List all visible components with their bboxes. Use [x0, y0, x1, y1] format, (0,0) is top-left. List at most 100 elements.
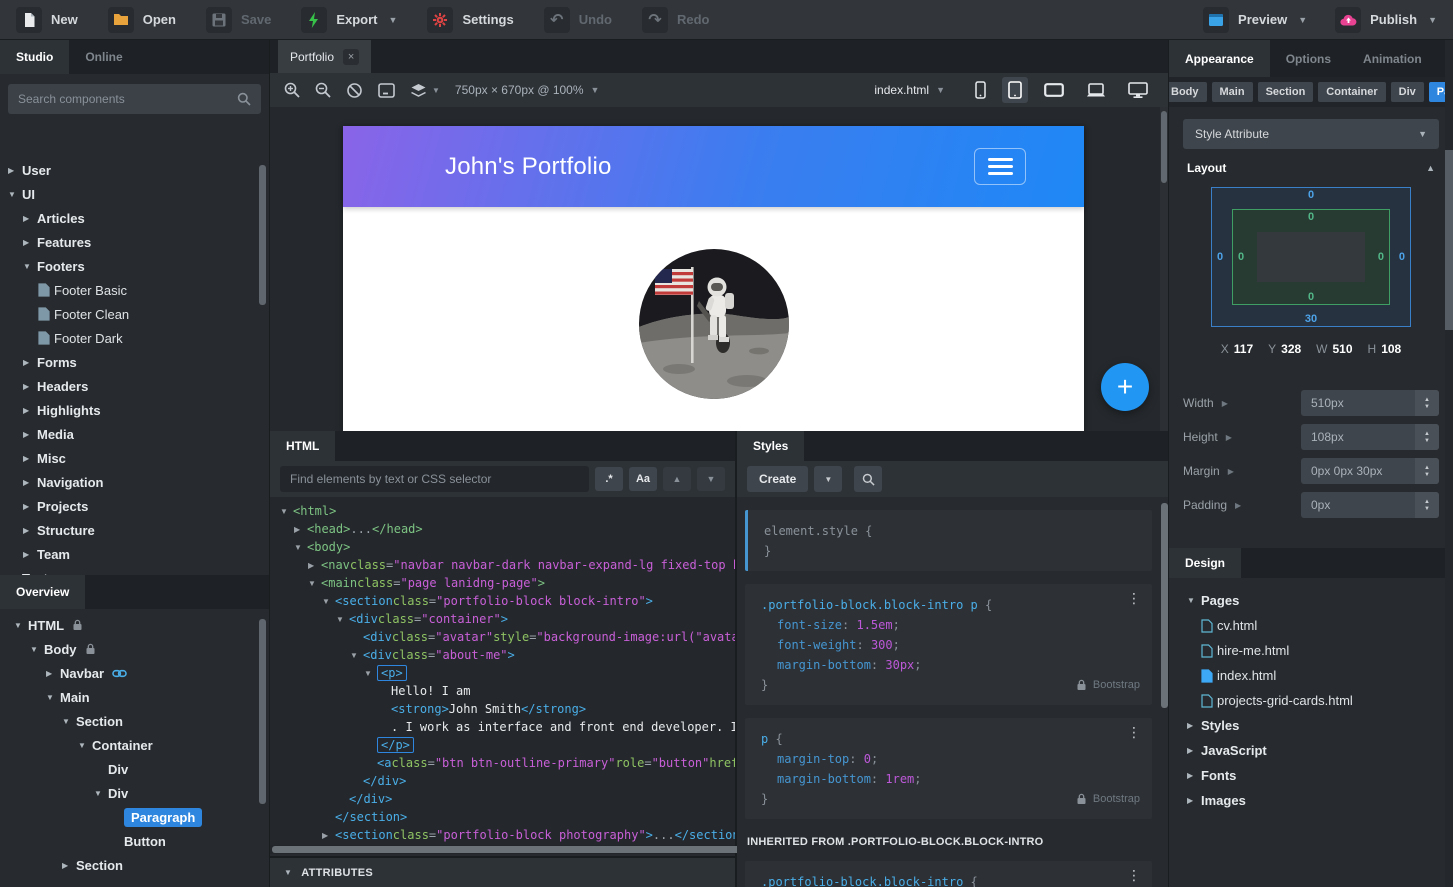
inspector-scrollbar[interactable]	[1445, 150, 1453, 330]
kebab-menu-icon[interactable]: ⋮	[1127, 726, 1141, 740]
margin-top-value[interactable]: 0	[1308, 189, 1314, 201]
width-input[interactable]: 510px ▲ ▼	[1301, 390, 1439, 416]
height-stepper[interactable]: ▲ ▼	[1415, 424, 1439, 450]
library-item-footer-dark[interactable]: Footer Dark	[0, 326, 269, 350]
library-item-text[interactable]: ▼Text	[0, 566, 269, 576]
library-item-user[interactable]: ▶ User	[0, 158, 269, 182]
code-line[interactable]: <a class = "btn btn-outline-primary" role =…	[270, 754, 735, 772]
width-field-label[interactable]: Width ▶	[1183, 396, 1301, 410]
margin-left-value[interactable]: 0	[1217, 251, 1223, 263]
padding-bottom-value[interactable]: 0	[1308, 291, 1314, 303]
padding-left-value[interactable]: 0	[1238, 251, 1244, 263]
height-input[interactable]: 108px ▲ ▼	[1301, 424, 1439, 450]
padding-stepper[interactable]: ▲ ▼	[1415, 492, 1439, 518]
add-component-fab[interactable]: +	[1101, 363, 1149, 411]
preview-button[interactable]: Preview ▼	[1203, 6, 1307, 33]
hamburger-menu-icon[interactable]	[974, 148, 1026, 185]
library-item-highlights[interactable]: ▶ Highlights	[0, 398, 269, 422]
design-item-cv-html[interactable]: cv.html	[1169, 613, 1445, 638]
overview-scrollbar[interactable]	[259, 619, 266, 804]
breadcrumb-container[interactable]: Container	[1318, 82, 1386, 102]
padding-field-label[interactable]: Padding ▶	[1183, 498, 1301, 512]
overview-item-container[interactable]: ▼ Container	[0, 733, 269, 757]
margin-stepper[interactable]: ▲ ▼	[1415, 458, 1439, 484]
code-line[interactable]: ▼ <main class = "page lanidng-page" >	[270, 574, 735, 592]
width-stepper[interactable]: ▲ ▼	[1415, 390, 1439, 416]
tab-options[interactable]: Options	[1270, 40, 1347, 77]
publish-button[interactable]: Publish ▼	[1335, 6, 1437, 33]
design-item-javascript[interactable]: ▶ JavaScript	[1169, 738, 1445, 763]
tab-design[interactable]: Design	[1169, 548, 1242, 578]
tab-html[interactable]: HTML	[270, 431, 336, 461]
page-select[interactable]: index.html ▼	[874, 83, 945, 97]
preview-brand[interactable]: John's Portfolio	[445, 153, 612, 181]
design-item-projects-grid-cards-html[interactable]: projects-grid-cards.html	[1169, 688, 1445, 713]
style-search-button[interactable]	[854, 466, 883, 492]
code-line[interactable]: ▼ <p>	[270, 664, 735, 682]
code-line[interactable]: ▼ <div class = "container" >	[270, 610, 735, 628]
padding-right-value[interactable]: 0	[1378, 251, 1384, 263]
code-line[interactable]: ▶ <section class = "portfolio-block photogr…	[270, 826, 735, 844]
kebab-menu-icon[interactable]: ⋮	[1127, 592, 1141, 606]
library-item-footer-basic[interactable]: Footer Basic	[0, 278, 269, 302]
undo-button[interactable]: ↶ Undo	[543, 6, 612, 33]
tab-styles[interactable]: Styles	[737, 431, 805, 461]
element-style-card[interactable]: element.style {}	[745, 510, 1152, 571]
margin-right-value[interactable]: 0	[1399, 251, 1405, 263]
library-item-headers[interactable]: ▶ Headers	[0, 374, 269, 398]
page-preview[interactable]: John's Portfolio	[343, 126, 1084, 431]
overview-item-body[interactable]: ▼ Body	[0, 637, 269, 661]
layout-section-header[interactable]: Layout ▲	[1169, 149, 1453, 183]
library-item-structure[interactable]: ▶ Structure	[0, 518, 269, 542]
html-hscrollbar[interactable]	[272, 846, 802, 853]
device-laptop-icon[interactable]	[1080, 79, 1112, 102]
zoom-out-icon[interactable]	[315, 82, 331, 98]
code-line[interactable]: </section>	[270, 808, 735, 826]
tab-appearance[interactable]: Appearance	[1169, 40, 1270, 77]
css-rule-card[interactable]: p {margin-top: 0; margin-bottom: 1rem;} ⋮ B…	[745, 718, 1152, 819]
close-icon[interactable]: ×	[343, 48, 360, 65]
code-line[interactable]: </div>	[270, 772, 735, 790]
code-line[interactable]: ▶ <nav class = "navbar navbar-dark navbar-e…	[270, 556, 735, 574]
design-item-hire-me-html[interactable]: hire-me.html	[1169, 638, 1445, 663]
device-phone-icon[interactable]	[969, 77, 992, 103]
height-field-label[interactable]: Height ▶	[1183, 430, 1301, 444]
avatar-image[interactable]	[638, 249, 789, 399]
design-canvas[interactable]: John's Portfolio +	[270, 107, 1168, 431]
kebab-menu-icon[interactable]: ⋮	[1127, 869, 1141, 883]
component-search-input[interactable]	[18, 92, 229, 106]
tab-animation[interactable]: Animation	[1347, 40, 1438, 77]
code-line[interactable]: Hello! I am	[270, 682, 735, 700]
find-previous-button[interactable]: ▲	[663, 467, 691, 491]
box-model-diagram[interactable]: 0 30 0 0 0 0 0 0	[1211, 187, 1411, 327]
library-item-team[interactable]: ▶ Team	[0, 542, 269, 566]
tab-online[interactable]: Online	[69, 40, 138, 74]
design-item-styles[interactable]: ▶ Styles	[1169, 713, 1445, 738]
design-item-index-html[interactable]: index.html	[1169, 663, 1445, 688]
style-attribute-select[interactable]: Style Attribute ▼	[1183, 119, 1439, 149]
preview-body[interactable]	[343, 207, 1084, 431]
html-code-tree[interactable]: ▼ <html> ▶ <head>... </head> ▼ <body> ▶ <nav cla…	[270, 497, 735, 845]
styles-scrollbar[interactable]	[1161, 503, 1168, 708]
breadcrumb-div[interactable]: Div	[1390, 82, 1424, 102]
code-line[interactable]: ▼ <div class = "about-me" >	[270, 646, 735, 664]
device-mobile-landscape-icon[interactable]	[1038, 79, 1070, 101]
redo-button[interactable]: ↷ Redo	[641, 6, 709, 33]
code-line[interactable]: <strong> John Smith </strong>	[270, 700, 735, 718]
library-item-ui[interactable]: ▼ UI	[0, 182, 269, 206]
create-style-dropdown[interactable]: ▼	[814, 466, 843, 492]
regex-toggle-button[interactable]: .*	[595, 467, 623, 491]
breadcrumb-section[interactable]: Section	[1257, 82, 1314, 102]
library-item-misc[interactable]: ▶ Misc	[0, 446, 269, 470]
library-item-projects[interactable]: ▶ Projects	[0, 494, 269, 518]
disable-zoom-icon[interactable]	[346, 82, 363, 99]
new-button[interactable]: New	[16, 6, 78, 33]
zoom-in-icon[interactable]	[284, 82, 300, 98]
code-line[interactable]: </div>	[270, 790, 735, 808]
margin-field-label[interactable]: Margin ▶	[1183, 464, 1301, 478]
open-button[interactable]: Open	[107, 6, 176, 33]
save-button[interactable]: Save	[205, 6, 271, 33]
attributes-bar[interactable]: ▼ ATTRIBUTES	[270, 856, 735, 887]
overview-item-main[interactable]: ▼ Main	[0, 685, 269, 709]
margin-input[interactable]: 0px 0px 30px ▲ ▼	[1301, 458, 1439, 484]
